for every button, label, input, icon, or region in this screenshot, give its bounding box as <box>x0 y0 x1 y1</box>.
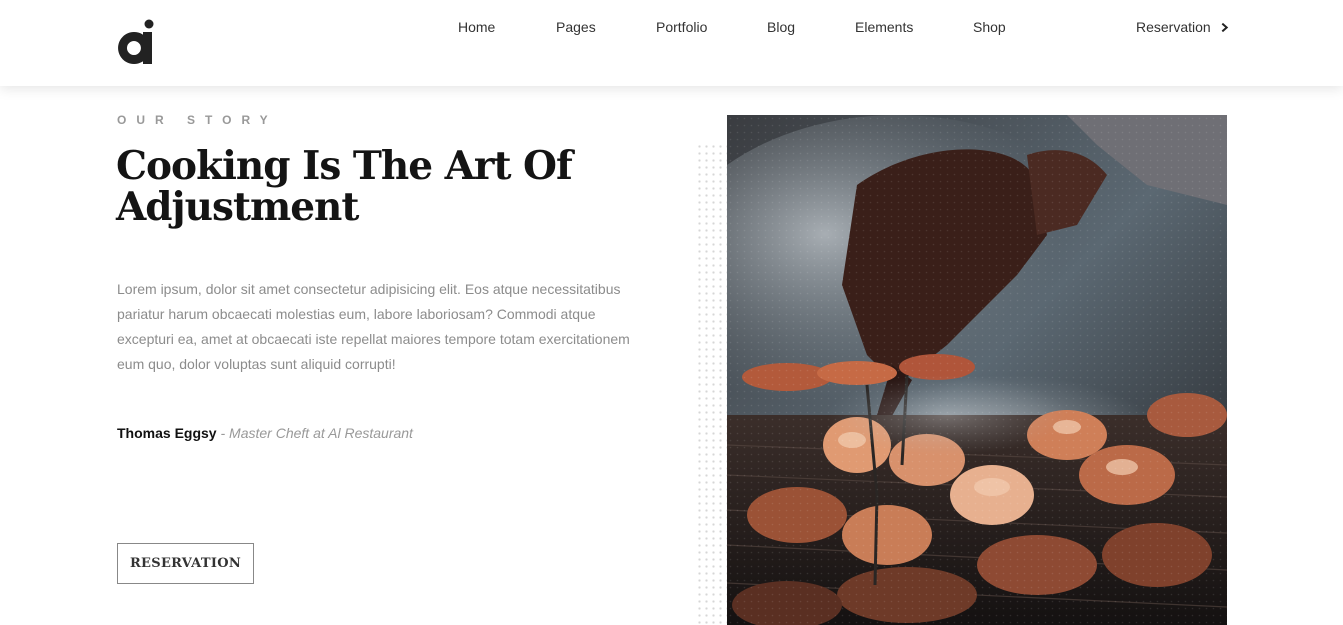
author-line: Thomas Eggsy - Master Cheft at Al Restau… <box>117 425 413 441</box>
nav-home[interactable]: Home <box>458 0 495 81</box>
author-role: Master Cheft at Al Restaurant <box>229 425 413 441</box>
nav-home-label[interactable]: Home <box>458 19 495 35</box>
nav-pages[interactable]: Pages <box>556 0 596 81</box>
nav-shop[interactable]: Shop <box>973 0 1006 81</box>
nav-blog-label[interactable]: Blog <box>767 19 795 35</box>
author-name: Thomas Eggsy <box>117 425 217 441</box>
nav-portfolio-label[interactable]: Portfolio <box>656 19 707 35</box>
author-separator: - <box>216 425 230 441</box>
nav-pages-label[interactable]: Pages <box>556 19 596 35</box>
nav-portfolio[interactable]: Portfolio <box>656 0 707 81</box>
ai-logo-icon[interactable] <box>116 18 156 68</box>
site-header: Home Pages Portfolio Blog Elements Shop … <box>0 0 1343 86</box>
nav-elements[interactable]: Elements <box>855 0 913 81</box>
chevron-right-icon <box>1221 22 1228 32</box>
nav-blog[interactable]: Blog <box>767 0 795 81</box>
nav-reservation-label[interactable]: Reservation <box>1136 19 1211 35</box>
section-title: Cooking Is The Art Of Adjustment <box>116 143 573 230</box>
grilling-photo <box>727 115 1227 625</box>
nav-reservation[interactable]: Reservation <box>1136 0 1230 81</box>
grilling-photo-illustration <box>727 115 1227 625</box>
story-description: Lorem ipsum, dolor sit amet consectetur … <box>117 281 630 372</box>
reservation-button[interactable]: RESERVATION <box>117 543 254 584</box>
nav-elements-label[interactable]: Elements <box>855 19 913 35</box>
section-eyebrow: OUR STORY <box>117 113 278 127</box>
nav-shop-label[interactable]: Shop <box>973 19 1006 35</box>
